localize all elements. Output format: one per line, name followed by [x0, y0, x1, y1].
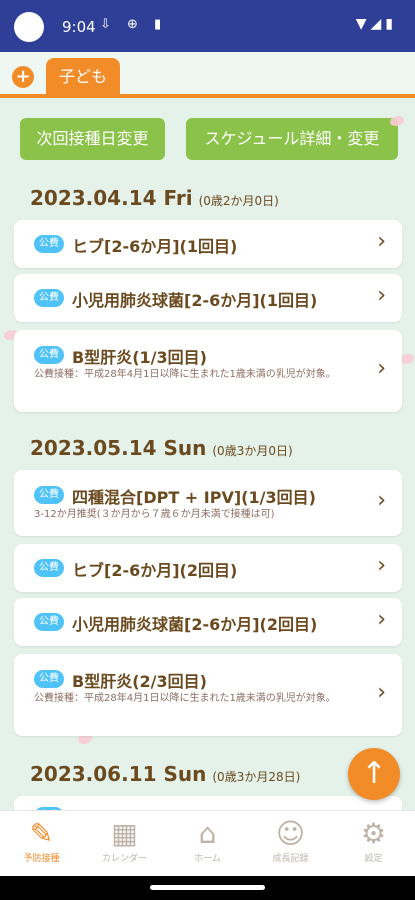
- gear-icon: ⚙: [360, 817, 387, 850]
- age-text: (0歳2か月0日): [198, 194, 279, 208]
- nav-label: 設定: [364, 854, 383, 864]
- notification-icons: ⇩ ⊕ ▮: [100, 17, 168, 32]
- public-cost-badge: 公費: [34, 559, 64, 577]
- nav-label: カレンダー: [101, 854, 147, 864]
- public-cost-badge: 公費: [34, 613, 64, 631]
- vaccine-card[interactable]: 公費 B型肝炎(2/3回目) 公費接種：平成28年4月1日以降に生まれた1歳未満の乳…: [14, 654, 402, 736]
- vaccine-card[interactable]: 公費: [14, 796, 402, 810]
- vaccine-card[interactable]: 公費 小児用肺炎球菌[2-6か月](2回目) ›: [14, 598, 402, 646]
- public-cost-badge: 公費: [34, 346, 64, 364]
- vaccine-title: 四種混合[DPT + IPV](1/3回目): [72, 488, 316, 507]
- nav-item-calendar[interactable]: ▦ カレンダー: [83, 817, 166, 864]
- schedule-date: 2023.04.14 Fri (0歳2か月0日): [30, 186, 279, 210]
- petal-decoration: [400, 354, 414, 364]
- schedule-date: 2023.06.11 Sun (0歳3か月28日): [30, 762, 300, 786]
- nav-label: 予防接種: [23, 854, 60, 864]
- public-cost-badge: 公費: [34, 289, 64, 307]
- nav-item-home[interactable]: ⌂ ホーム: [166, 817, 249, 864]
- vaccine-title: 小児用肺炎球菌[2-6か月](1回目): [72, 291, 318, 310]
- face-icon: ☺: [275, 817, 306, 850]
- nav-item-gear[interactable]: ⚙ 設定: [332, 817, 415, 864]
- bottom-navigation: ✎ 予防接種 ▦ カレンダー ⌂ ホーム ☺ 成長記録 ⚙ 設定: [0, 810, 415, 877]
- nav-item-syringe[interactable]: ✎ 予防接種: [0, 817, 83, 864]
- date-text: 2023.04.14 Fri: [30, 186, 193, 210]
- status-time: 9:04: [62, 18, 96, 36]
- add-child-icon[interactable]: +: [12, 66, 34, 88]
- vaccine-card[interactable]: 公費 B型肝炎(1/3回目) 公費接種：平成28年4月1日以降に生まれた1歳未満の乳…: [14, 330, 402, 412]
- vaccine-card[interactable]: 公費 ヒブ[2-6か月](1回目) ›: [14, 220, 402, 268]
- next-date-change-button[interactable]: 次回接種日変更: [20, 118, 165, 160]
- vaccine-note: 3-12か月推奨(３か月から７歳６か月未満で接種は可): [34, 509, 275, 520]
- nav-label: ホーム: [194, 854, 221, 864]
- system-icons: ▼◢▮: [355, 16, 397, 32]
- vaccine-note: 公費接種：平成28年4月1日以降に生まれた1歳未満の乳児が対象。: [34, 369, 336, 380]
- schedule-detail-button[interactable]: スケジュール詳細・変更: [186, 118, 398, 160]
- syringe-icon: ✎: [29, 817, 54, 850]
- vaccine-title: B型肝炎(2/3回目): [72, 672, 207, 691]
- schedule-date: 2023.05.14 Sun (0歳3か月0日): [30, 436, 293, 460]
- chevron-right-icon: ›: [377, 607, 386, 632]
- camera-cutout: [14, 12, 44, 42]
- nav-label: 成長記録: [272, 854, 309, 864]
- home-icon: ⌂: [198, 817, 217, 850]
- age-text: (0歳3か月0日): [212, 444, 293, 458]
- schedule-list[interactable]: 次回接種日変更 スケジュール詳細・変更 2023.04.14 Fri (0歳2か月…: [0, 98, 415, 810]
- nav-item-face[interactable]: ☺ 成長記録: [249, 817, 332, 864]
- vaccine-title: B型肝炎(1/3回目): [72, 348, 207, 367]
- vaccine-title: ヒブ[2-6か月](1回目): [72, 237, 238, 256]
- vaccine-card[interactable]: 公費 小児用肺炎球菌[2-6か月](1回目) ›: [14, 274, 402, 322]
- date-text: 2023.06.11 Sun: [30, 762, 207, 786]
- scroll-top-button[interactable]: ↑: [348, 748, 400, 800]
- chevron-right-icon: ›: [377, 680, 386, 705]
- vaccine-note: 公費接種：平成28年4月1日以降に生まれた1歳未満の乳児が対象。: [34, 693, 336, 704]
- petal-decoration: [390, 116, 404, 126]
- vaccine-card[interactable]: 公費 ヒブ[2-6か月](2回目) ›: [14, 544, 402, 592]
- chevron-right-icon: ›: [377, 488, 386, 513]
- home-indicator[interactable]: [150, 885, 265, 890]
- gesture-bar: [0, 876, 415, 900]
- age-text: (0歳3か月28日): [212, 770, 301, 784]
- calendar-icon: ▦: [111, 817, 138, 850]
- chevron-right-icon: ›: [377, 356, 386, 381]
- chevron-right-icon: ›: [377, 229, 386, 254]
- public-cost-badge: 公費: [34, 670, 64, 688]
- vaccine-title: 小児用肺炎球菌[2-6か月](2回目): [72, 615, 318, 634]
- date-text: 2023.05.14 Sun: [30, 436, 207, 460]
- tab-child[interactable]: 子ども: [46, 58, 120, 96]
- public-cost-badge: 公費: [34, 235, 64, 253]
- status-bar: 9:04 ⇩ ⊕ ▮ ▼◢▮: [0, 0, 415, 52]
- vaccine-title: ヒブ[2-6か月](2回目): [72, 561, 238, 580]
- chevron-right-icon: ›: [377, 283, 386, 308]
- public-cost-badge: 公費: [34, 486, 64, 504]
- vaccine-card[interactable]: 公費 四種混合[DPT + IPV](1/3回目) 3-12か月推奨(３か月から７歳…: [14, 470, 402, 536]
- chevron-right-icon: ›: [377, 553, 386, 578]
